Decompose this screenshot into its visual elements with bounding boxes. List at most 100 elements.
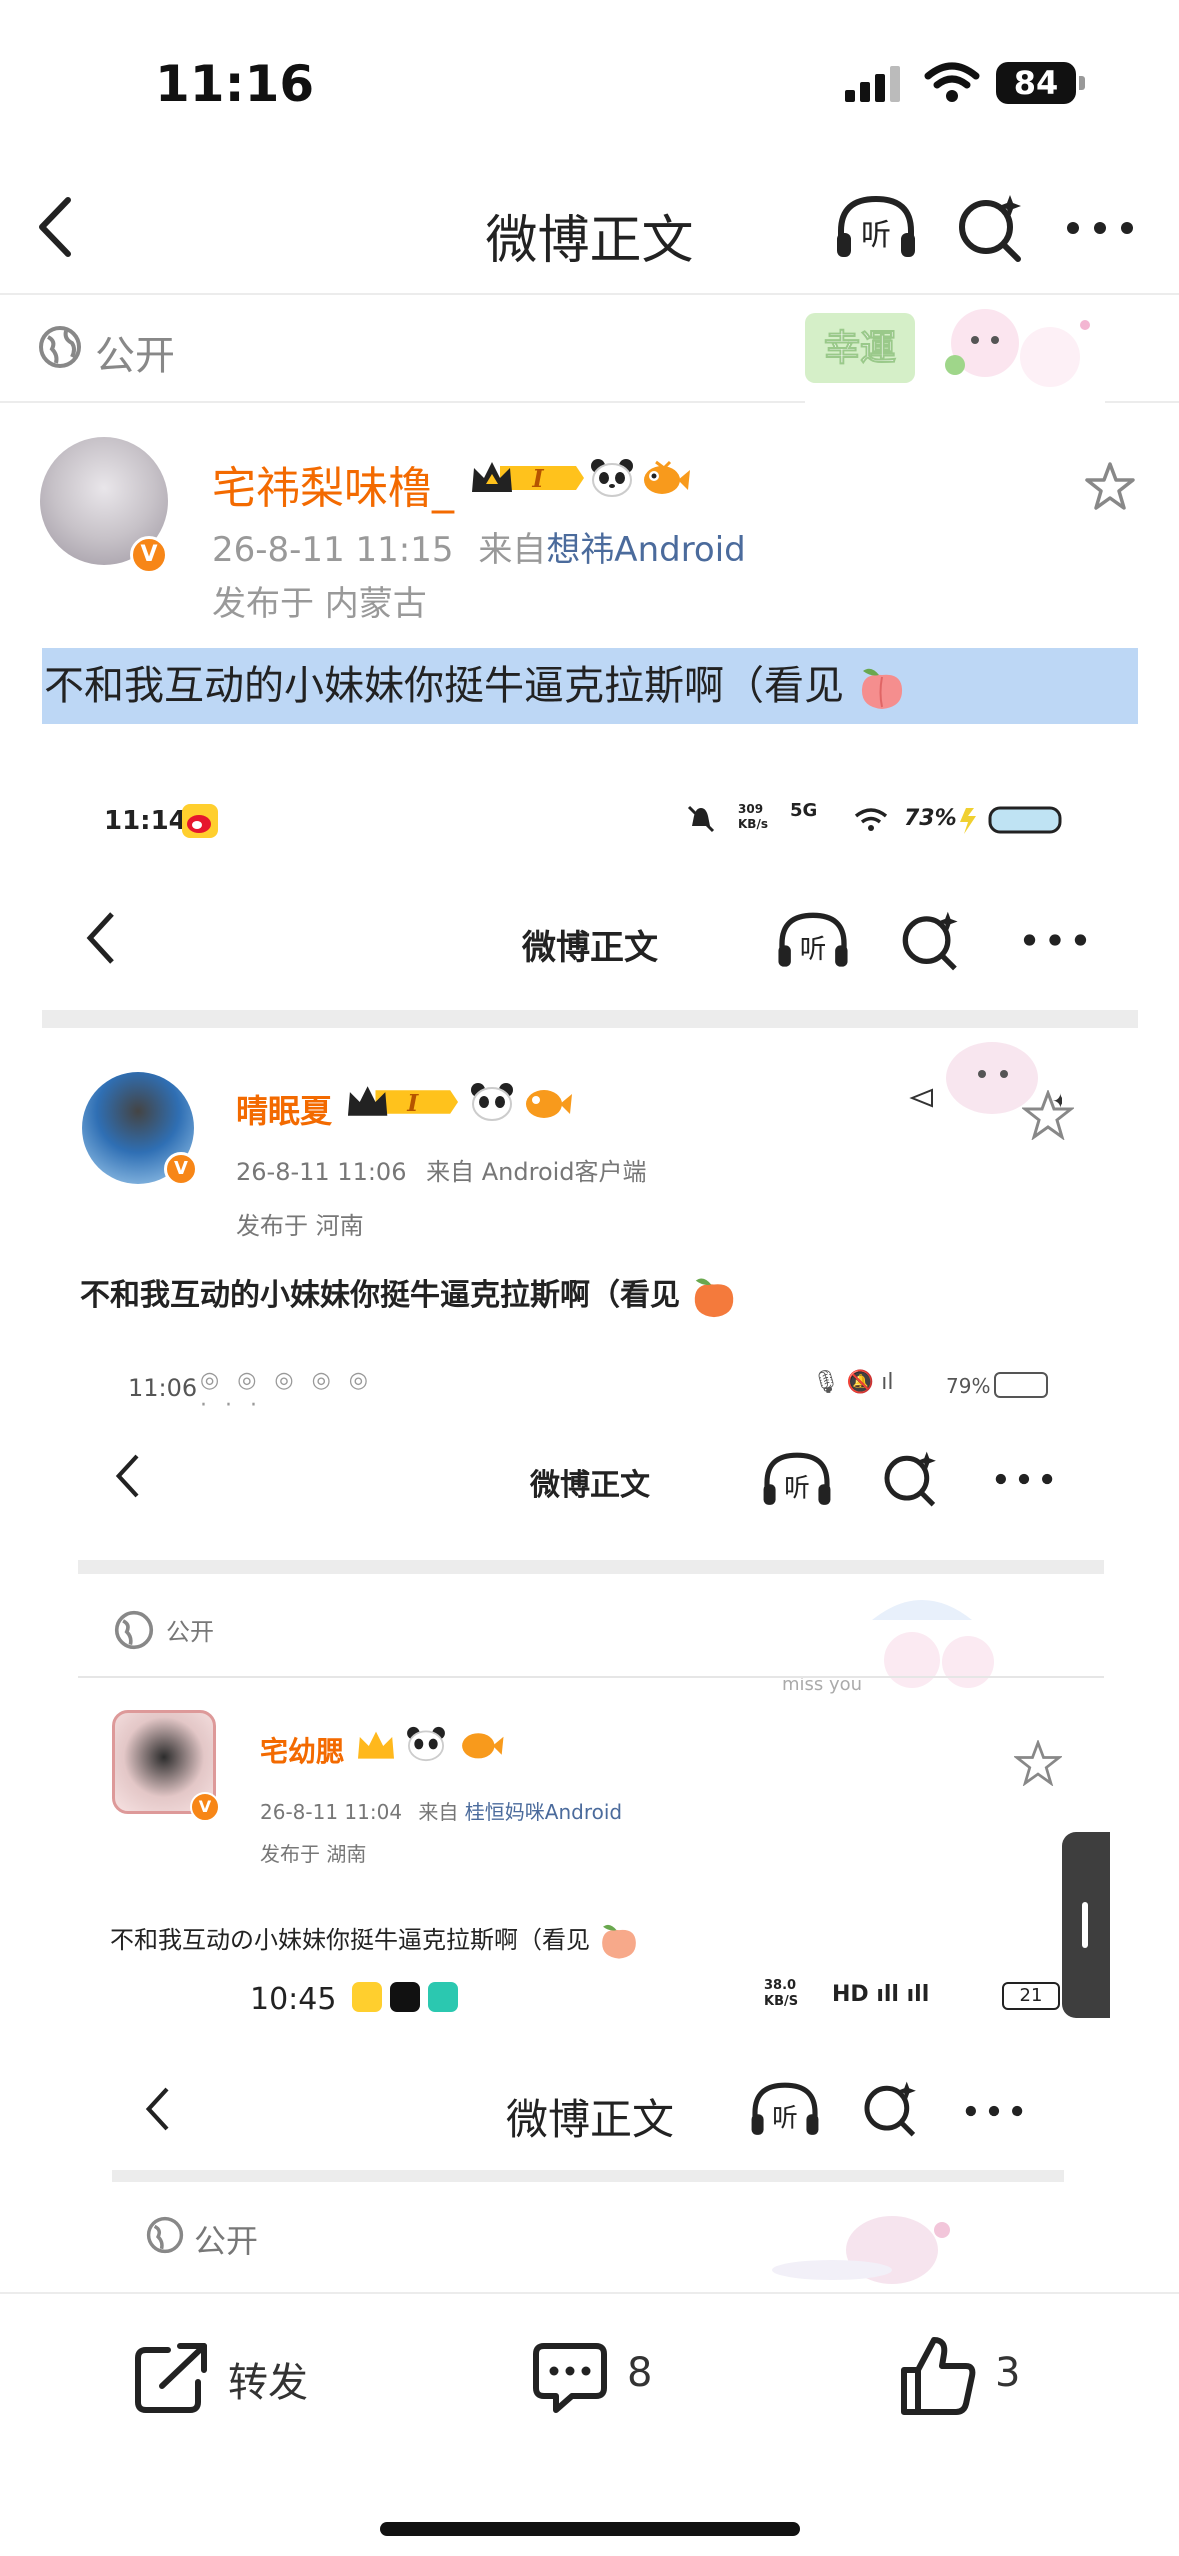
emb1-verified-icon: V — [164, 1152, 198, 1186]
emb2-meta: 26-8-11 11:04 来自 桂恒妈咪Android — [260, 1796, 622, 1825]
emb2-globe-icon — [114, 1610, 154, 1650]
svg-text:听: 听 — [800, 934, 827, 965]
crown-level-badge-icon: I — [472, 462, 584, 493]
emb2-text-row: 不和我互动の小妹妹你挺牛逼克拉斯啊（看见 — [110, 1920, 640, 1962]
emb2-visibility: 公开 — [166, 1618, 214, 1646]
post-username[interactable]: 宅祎梨味橹_ — [212, 452, 454, 516]
svg-text:I: I — [531, 464, 544, 493]
emb3-sticker-image — [772, 2216, 950, 2284]
emb3-search-icon — [864, 2081, 916, 2137]
emb2-search-icon — [884, 1451, 936, 1507]
emb3-visibility: 公开 — [194, 2222, 259, 2260]
emb2-nav-title: 微博正文 — [530, 1468, 650, 1503]
emb1-search-icon — [902, 911, 958, 971]
emb1-from-prefix: 来自 — [426, 1158, 475, 1186]
emb2-star-icon — [1014, 1740, 1062, 1786]
visibility-label: 公开 — [95, 333, 175, 379]
emb1-meta: 26-8-11 11:06 来自 Android客户端 — [236, 1152, 647, 1187]
comment-count[interactable]: 8 — [627, 2350, 652, 2396]
svg-text:幸運: 幸運 — [824, 328, 896, 369]
battery-nub — [1079, 76, 1085, 90]
emb2-device: 桂恒妈咪Android — [464, 1800, 623, 1824]
emb2-status-icons: 🎙 🔕 ıl — [812, 1370, 894, 1395]
visibility-row: 公开 幸運 — [0, 295, 1179, 403]
post-meta: 26-8-11 11:15 来自想祎Android — [212, 522, 746, 571]
emb2-battery-text: 79% — [946, 1374, 991, 1398]
embedded-screenshot-image[interactable]: 11:14 309 KB/s 5G 73% 微博正文 听 V 晴眠夏 I ✦ 2… — [42, 760, 1138, 2290]
battery-indicator: 84 — [996, 62, 1076, 104]
emb2-location: 发布于 湖南 — [260, 1842, 367, 1866]
peach-emoji-icon — [861, 668, 902, 709]
emb1-battery-icon — [960, 806, 1062, 834]
emb1-battery-text: 73% — [904, 806, 957, 831]
like-count[interactable]: 3 — [995, 2350, 1020, 2396]
emb3-net-speed: 38.0 KB/S — [764, 1978, 799, 2009]
post-location: 发布于 内蒙古 — [212, 584, 427, 624]
repost-label[interactable]: 转发 — [228, 2350, 308, 2408]
globe-icon — [39, 326, 81, 368]
post-date: 26-8-11 11:15 — [212, 530, 454, 570]
emb1-text: 不和我互动的小妹妹你挺牛逼克拉斯啊（看见 — [80, 1278, 680, 1313]
emb3-listen-icon: 听 — [751, 2082, 819, 2135]
emb2-text: 不和我互动の小妹妹你挺牛逼克拉斯啊（看见 — [110, 1926, 590, 1954]
search-sparkle-icon[interactable] — [956, 193, 1026, 263]
emb2-battery-icon — [994, 1372, 1048, 1398]
emb1-weibo-icon — [182, 804, 218, 838]
emb2-crown-icon — [358, 1731, 394, 1759]
svg-text:听: 听 — [784, 1473, 810, 1503]
emb2-date: 26-8-11 11:04 — [260, 1800, 403, 1824]
emb2-scroll-handle — [1062, 1832, 1110, 2018]
emb1-star-icon — [1022, 1090, 1074, 1140]
emb2-peach-icon — [601, 1924, 636, 1959]
emb1-mute-icon — [687, 805, 715, 833]
emb1-date: 26-8-11 11:06 — [236, 1158, 407, 1186]
emb2-divider — [78, 1560, 1104, 1574]
lucky-sticker-image: 幸運 — [805, 295, 1105, 403]
emb1-device: Android客户端 — [481, 1158, 647, 1186]
post-text: 不和我互动的小妹妹你挺牛逼克拉斯啊（看见 — [44, 663, 844, 709]
favorite-star-icon[interactable] — [1084, 461, 1136, 511]
emb2-listen-icon: 听 — [763, 1452, 831, 1505]
post-device[interactable]: 想祎Android — [546, 530, 745, 570]
home-indicator[interactable] — [380, 2522, 800, 2536]
emb3-divider — [112, 2170, 1064, 2182]
emb1-more-icon — [1023, 934, 1087, 946]
more-options-icon[interactable] — [1065, 220, 1135, 236]
emb1-username: 晴眠夏 — [236, 1092, 333, 1130]
status-time: 11:16 — [155, 55, 315, 113]
emb1-crown-badge-icon: I — [347, 1086, 459, 1117]
emb1-net-speed: 309 KB/s — [738, 802, 768, 831]
emb1-divider — [42, 1010, 1138, 1028]
emb2-status-time: 11:06 — [128, 1374, 198, 1402]
svg-text:听: 听 — [772, 2103, 798, 2133]
emb1-status-time: 11:14 — [104, 806, 187, 836]
emb3-app-icons — [352, 1982, 482, 2016]
emb1-listen-icon: 听 — [778, 912, 848, 967]
emb1-wifi-icon — [854, 808, 888, 831]
emb3-globe-icon — [146, 2216, 184, 2254]
emb2-panda-icon — [407, 1726, 445, 1762]
emb2-from-prefix: 来自 — [418, 1800, 459, 1824]
emb1-panda-icon — [471, 1083, 513, 1121]
emb2-fish-icon — [462, 1733, 504, 1759]
emb1-fish-icon — [526, 1090, 572, 1118]
nav-bar: 微博正文 听 — [0, 160, 1179, 295]
emb2-app-icons: ◎◎◎◎◎ ··· — [200, 1368, 386, 1418]
cellular-signal-icon — [845, 66, 900, 102]
emb1-location: 发布于 河南 — [236, 1212, 364, 1240]
emb2-verified-icon: V — [190, 1792, 220, 1822]
comment-icon[interactable] — [530, 2340, 610, 2416]
svg-text:I: I — [406, 1089, 419, 1117]
post-text-row: 不和我互动的小妹妹你挺牛逼克拉斯啊（看见 — [42, 648, 1138, 724]
listen-headphone-icon[interactable]: 听 — [833, 193, 919, 263]
fish-badge-icon — [644, 460, 690, 494]
svg-text:听: 听 — [861, 218, 891, 253]
emb2-more-icon — [995, 1473, 1053, 1485]
repost-icon[interactable] — [132, 2340, 212, 2416]
emb3-signal-icons: HD ıll ıll — [832, 1982, 930, 2007]
panda-badge-icon — [591, 459, 633, 497]
emb2-sticker-image: miss you — [782, 1600, 994, 1695]
emb1-peach-icon — [695, 1278, 734, 1317]
emb1-net-type: 5G — [790, 800, 818, 821]
like-thumb-icon[interactable] — [898, 2334, 978, 2418]
